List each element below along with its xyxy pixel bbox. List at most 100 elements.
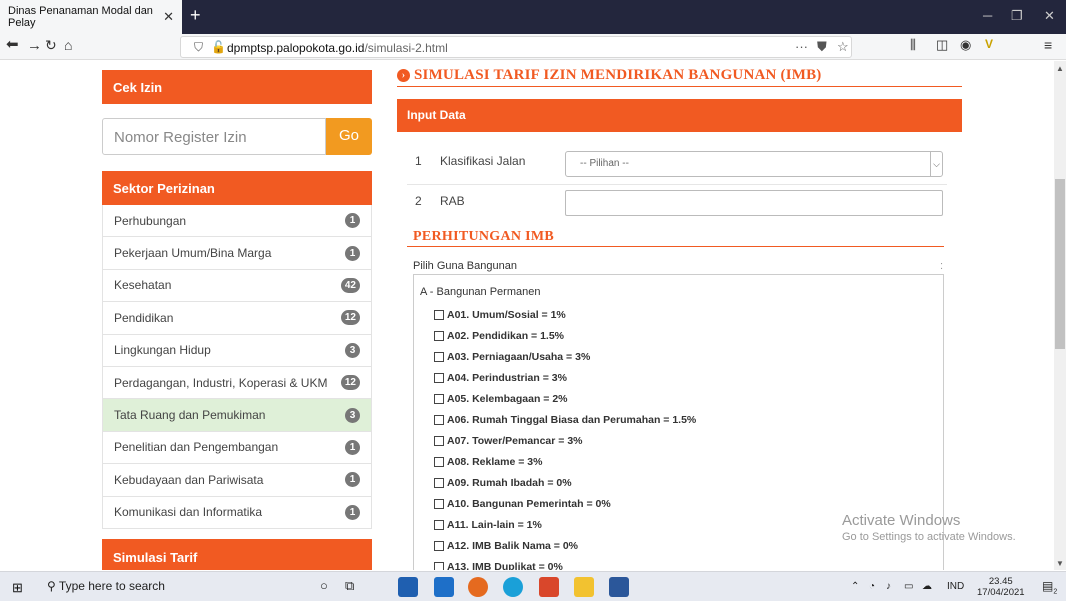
klasifikasi-jalan-select[interactable]: -- Pilihan -- ⌵: [565, 151, 943, 177]
network-icon[interactable]: ◔: [869, 581, 875, 592]
shield-icon[interactable]: ⛉: [194, 40, 203, 55]
sector-item-pekerjaan-umum[interactable]: Pekerjaan Umum/Bina Marga 1: [102, 237, 372, 270]
checkbox[interactable]: [434, 436, 444, 446]
new-tab-button[interactable]: +: [190, 5, 201, 26]
option-label: A09. Rumah Ibadah = 0%: [447, 477, 572, 489]
checkbox[interactable]: [434, 331, 444, 341]
window-close-icon[interactable]: ✕: [1044, 8, 1055, 24]
tab-close-icon[interactable]: ✕: [163, 9, 174, 25]
checkbox[interactable]: [434, 562, 444, 570]
home-icon[interactable]: ⌂: [64, 37, 72, 53]
page-content: Cek Izin Nomor Register Izin Go Sektor P…: [0, 61, 1066, 570]
option-a07[interactable]: A07. Tower/Pemancar = 3%: [434, 435, 583, 447]
checkbox[interactable]: [434, 394, 444, 404]
checkbox[interactable]: [434, 352, 444, 362]
category-label: A - Bangunan Permanen: [420, 286, 541, 298]
url-text[interactable]: dpmptsp.palopokota.go.id/simulasi-2.html: [227, 41, 448, 55]
option-a01[interactable]: A01. Umum/Sosial = 1%: [434, 309, 566, 321]
option-label: A07. Tower/Pemancar = 3%: [447, 435, 583, 447]
sector-item-perhubungan[interactable]: Perhubungan 1: [102, 205, 372, 238]
option-label: A05. Kelembagaan = 2%: [447, 393, 568, 405]
clock[interactable]: 23.45 17/04/2021: [977, 576, 1025, 598]
option-a03[interactable]: A03. Perniagaan/Usaha = 3%: [434, 351, 590, 363]
bookmark-star-icon[interactable]: ☆: [837, 39, 849, 55]
menu-icon[interactable]: ≡: [1044, 37, 1052, 53]
scroll-down-icon[interactable]: ▼: [1056, 559, 1064, 568]
option-a13[interactable]: A13. IMB Duplikat = 0%: [434, 561, 563, 570]
count-badge: 3: [345, 407, 360, 423]
watermark-line2: Go to Settings to activate Windows.: [842, 531, 1016, 543]
checkbox[interactable]: [434, 541, 444, 551]
library-icon[interactable]: ⫼: [910, 37, 916, 53]
option-a08[interactable]: A08. Reklame = 3%: [434, 456, 542, 468]
url-bar[interactable]: ⛉ 🔓 dpmptsp.palopokota.go.id/simulasi-2.…: [180, 36, 852, 58]
file-explorer-icon[interactable]: [574, 577, 594, 597]
sector-item-pendidikan[interactable]: Pendidikan 12: [102, 302, 372, 335]
cloud-icon[interactable]: ☁: [922, 581, 932, 592]
account-icon[interactable]: ◉: [960, 37, 971, 53]
form-row-klasifikasi: 1 Klasifikasi Jalan -- Pilihan -- ⌵: [407, 144, 947, 185]
sector-item-komunikasi[interactable]: Komunikasi dan Informatika 1: [102, 496, 372, 529]
taskbar-search[interactable]: ⚲ Type here to search: [47, 579, 165, 593]
option-a10[interactable]: A10. Bangunan Pemerintah = 0%: [434, 498, 611, 510]
checkbox[interactable]: [434, 457, 444, 467]
checkbox[interactable]: [434, 520, 444, 530]
notification-icon[interactable]: ▤2: [1042, 579, 1057, 595]
checkbox[interactable]: [434, 478, 444, 488]
rab-input[interactable]: [565, 190, 943, 216]
cortana-icon[interactable]: ○: [320, 578, 328, 593]
scroll-up-icon[interactable]: ▲: [1056, 64, 1064, 73]
sector-item-lingkungan-hidup[interactable]: Lingkungan Hidup 3: [102, 334, 372, 367]
perhitungan-imb-title: PERHITUNGAN IMB: [413, 229, 555, 244]
word-icon[interactable]: [609, 577, 629, 597]
scrollbar-thumb[interactable]: [1055, 179, 1065, 349]
option-a11[interactable]: A11. Lain-lain = 1%: [434, 519, 542, 531]
register-number-input[interactable]: Nomor Register Izin: [102, 118, 326, 155]
task-view-icon[interactable]: ⧉: [345, 578, 354, 594]
option-a02[interactable]: A02. Pendidikan = 1.5%: [434, 330, 564, 342]
minimize-icon[interactable]: ─: [983, 8, 992, 23]
firefox-icon[interactable]: [468, 577, 488, 597]
option-a12[interactable]: A12. IMB Balik Nama = 0%: [434, 540, 578, 552]
reload-icon[interactable]: ↻: [45, 37, 57, 54]
insecure-lock-icon[interactable]: 🔓: [211, 40, 226, 54]
activate-windows-watermark: Activate Windows Go to Settings to activ…: [842, 512, 1016, 543]
sector-item-kebudayaan[interactable]: Kebudayaan dan Pariwisata 1: [102, 464, 372, 497]
extension-icon[interactable]: V: [985, 37, 993, 51]
browser-title-bar: Dinas Penanaman Modal dan Pelay ✕ + ─ ❐ …: [0, 0, 1066, 34]
sector-item-penelitian[interactable]: Penelitian dan Pengembangan 1: [102, 431, 372, 465]
row-label: RAB: [440, 194, 465, 208]
tray-chevron-icon[interactable]: ⌃: [851, 581, 859, 592]
option-a09[interactable]: A09. Rumah Ibadah = 0%: [434, 477, 572, 489]
edge-icon[interactable]: [503, 577, 523, 597]
checkbox[interactable]: [434, 373, 444, 383]
title-divider: [397, 86, 962, 87]
back-icon[interactable]: ⬅: [6, 35, 19, 53]
mail-icon[interactable]: [434, 577, 454, 597]
volume-icon[interactable]: ♪: [886, 581, 891, 592]
checkbox[interactable]: [434, 310, 444, 320]
more-actions-icon[interactable]: ···: [795, 39, 808, 54]
go-button[interactable]: Go: [326, 118, 372, 155]
chevron-down-icon[interactable]: ⌵: [930, 152, 942, 176]
checkbox[interactable]: [434, 415, 444, 425]
store-icon[interactable]: [398, 577, 418, 597]
chevron-circle-icon: ›: [397, 69, 410, 82]
page-scrollbar[interactable]: ▲ ▼: [1054, 61, 1066, 570]
option-a04[interactable]: A04. Perindustrian = 3%: [434, 372, 567, 384]
restore-icon[interactable]: ❐: [1011, 8, 1023, 24]
pocket-icon[interactable]: ⛊: [817, 39, 827, 55]
forward-icon[interactable]: →: [27, 37, 42, 54]
battery-icon[interactable]: ▭: [904, 581, 913, 592]
option-a06[interactable]: A06. Rumah Tinggal Biasa dan Perumahan =…: [434, 414, 696, 426]
sector-item-kesehatan[interactable]: Kesehatan 42: [102, 269, 372, 303]
sector-item-tata-ruang[interactable]: Tata Ruang dan Pemukiman 3: [102, 399, 372, 432]
option-a05[interactable]: A05. Kelembagaan = 2%: [434, 393, 568, 405]
sidebar-toggle-icon[interactable]: ◫: [936, 37, 948, 53]
language-indicator[interactable]: IND: [947, 581, 964, 592]
browser-tab[interactable]: Dinas Penanaman Modal dan Pelay ✕: [0, 0, 182, 34]
office-icon[interactable]: [539, 577, 559, 597]
checkbox[interactable]: [434, 499, 444, 509]
sector-item-perdagangan[interactable]: Perdagangan, Industri, Koperasi & UKM 12: [102, 366, 372, 400]
windows-start-icon[interactable]: ⊞: [12, 580, 23, 596]
